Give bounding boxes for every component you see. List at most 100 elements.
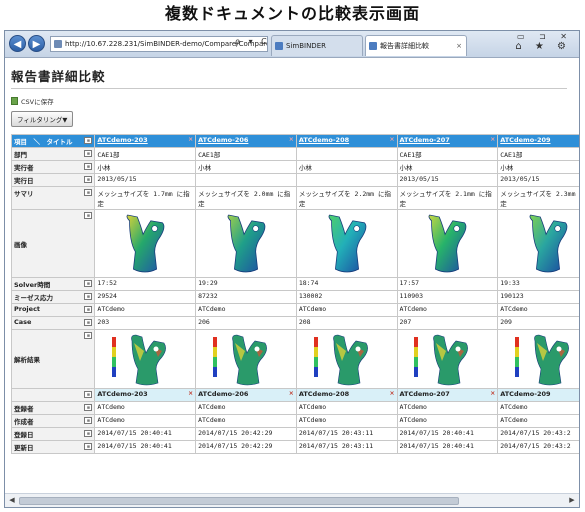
column-header: × ATCdemo-203: [94, 134, 197, 148]
table-cell: [195, 173, 297, 187]
cell-value: ATCdemo: [97, 305, 125, 313]
row-settings-icon[interactable]: ≡: [84, 212, 93, 219]
table-row: サマリ ≡ メッシュサイズを 1.7mm に指定 メッシュサイズを 2.0mm に指定…: [10, 186, 579, 210]
scroll-right-icon[interactable]: ▶: [566, 495, 578, 506]
cell-value: 19:33: [500, 279, 520, 287]
row-settings-icon[interactable]: ≡: [84, 137, 93, 144]
table-cell: メッシュサイズを 2.1mm に指定: [396, 186, 499, 210]
remove-column-icon[interactable]: ×: [389, 390, 394, 397]
row-settings-icon[interactable]: ≡: [84, 443, 93, 450]
scroll-left-icon[interactable]: ◀: [6, 495, 18, 506]
remove-column-icon[interactable]: ×: [289, 136, 294, 143]
table-cell: 2014/07/15 20:40:41: [94, 427, 197, 441]
page-icon: [54, 40, 62, 48]
row-label: Solver時間: [14, 281, 51, 289]
horizontal-scrollbar[interactable]: ◀ ▶: [5, 493, 579, 507]
row-label: Case: [14, 318, 32, 326]
image-cell: [195, 209, 297, 278]
document-link[interactable]: ATCdemo-208: [299, 136, 349, 144]
document-link[interactable]: ATCdemo-203: [97, 136, 147, 144]
cell-value: 17:52: [97, 279, 117, 287]
remove-column-icon[interactable]: ×: [188, 136, 193, 143]
table-cell: 110903: [396, 290, 499, 304]
row-label-cell: 登録日 ≡: [10, 427, 96, 441]
tab-simbinder[interactable]: SimBINDER: [271, 35, 363, 56]
row-settings-icon[interactable]: ≡: [84, 430, 93, 437]
back-icon[interactable]: ◀: [9, 35, 26, 52]
table-cell: CAE1部: [396, 147, 499, 161]
document-link[interactable]: ATCdemo-206: [198, 136, 248, 144]
remove-column-icon[interactable]: ×: [289, 390, 294, 397]
remove-column-icon[interactable]: ×: [490, 390, 495, 397]
row-settings-icon[interactable]: ≡: [84, 332, 93, 339]
scroll-thumb[interactable]: [19, 497, 459, 505]
table-cell: [295, 147, 398, 161]
row-settings-icon[interactable]: ≡: [84, 280, 93, 287]
cell-value: ATCdemo: [500, 305, 528, 313]
cell-value: ATCdemo: [500, 416, 528, 424]
row-settings-icon[interactable]: ≡: [84, 391, 93, 398]
table-cell: ATCdemo: [396, 414, 499, 428]
cell-value: 110903: [399, 292, 423, 300]
result-image-1: [212, 334, 267, 386]
row-settings-icon[interactable]: ≡: [84, 163, 93, 170]
remove-column-icon[interactable]: ×: [490, 136, 495, 143]
table-cell: 17:52: [94, 277, 197, 291]
cell-value: ATCdemo: [298, 305, 327, 313]
row-settings-icon[interactable]: ≡: [84, 319, 93, 326]
document-link[interactable]: ATCdemo-209: [500, 136, 550, 144]
cell-value: ATCdemo: [298, 416, 327, 424]
row-label-cell: ≡: [10, 388, 96, 402]
row-settings-icon[interactable]: ≡: [84, 306, 93, 313]
row-settings-icon[interactable]: ≡: [84, 176, 93, 183]
header-label: 項目 ＼ タイトル: [14, 138, 73, 146]
table-cell: 2014/07/15 20:43:2: [497, 427, 579, 441]
part-image-1: [227, 214, 266, 273]
csv-save-link[interactable]: CSVに保存: [11, 96, 579, 106]
cell-value: 207: [399, 318, 412, 326]
table-row: 登録者 ≡ ATCdemo ATCdemo ATCdemo ATCdemo ATCdemo: [10, 401, 579, 415]
column-header: × ATCdemo-208: [295, 134, 398, 148]
table-cell: メッシュサイズを 2.2mm に指定: [295, 186, 398, 210]
row-label-cell: 解析結果 ≡: [10, 329, 96, 389]
table-cell: 2013/05/15: [497, 173, 579, 187]
row-settings-icon[interactable]: ≡: [84, 404, 93, 411]
part-image-2: [328, 214, 366, 273]
cell-value: 206: [198, 318, 210, 326]
remove-column-icon[interactable]: ×: [389, 136, 394, 143]
row-settings-icon[interactable]: ≡: [84, 150, 93, 157]
cell-value: ATCdemo: [198, 403, 226, 411]
document-name-cell: ×ATCdemo-209: [497, 388, 579, 402]
page-content: 報告書詳細比較 CSVに保存 フィルタリング▼ 項目 ＼ タイトル ≡ × ATCde…: [5, 59, 579, 493]
cell-value: ATCdemo: [399, 416, 427, 424]
tab-report-compare[interactable]: 報告書詳細比較 ×: [365, 35, 467, 56]
row-settings-icon[interactable]: ≡: [84, 417, 93, 424]
browser-tool-icons[interactable]: ⌂ ★ ⚙: [515, 41, 571, 52]
cell-value: 2014/07/15 20:42:29: [198, 442, 273, 450]
window-controls[interactable]: ▭ ⊐ ✕: [517, 32, 573, 41]
table-cell: メッシュサイズを 2.3mm に指定: [497, 186, 579, 210]
cell-value: CAE1部: [97, 151, 120, 159]
comparison-table: 項目 ＼ タイトル ≡ × ATCdemo-203 × ATCdemo-206 × ATCde…: [10, 134, 579, 454]
cell-value: 208: [298, 318, 311, 326]
table-cell: 小林: [295, 160, 398, 174]
address-tools[interactable]: ρ ▾ C: [235, 37, 270, 46]
table-cell: 208: [295, 316, 398, 330]
browser-toolbar: ◀ ▶ http://10.67.228.231/SimBINDER-demo/…: [5, 31, 579, 58]
forward-icon[interactable]: ▶: [28, 35, 45, 52]
cell-value: 2013/05/15: [500, 175, 540, 183]
cell-value: 19:29: [198, 279, 218, 287]
row-settings-icon[interactable]: ≡: [84, 293, 93, 300]
row-label-cell: 画像 ≡: [10, 209, 96, 278]
filter-button[interactable]: フィルタリング▼: [11, 111, 74, 127]
cell-value: 2014/07/15 20:43:11: [298, 442, 374, 450]
tab-close-icon[interactable]: ×: [456, 36, 462, 56]
table-cell: メッシュサイズを 1.7mm に指定: [94, 186, 197, 210]
result-image-0: [112, 334, 167, 386]
document-link[interactable]: ATCdemo-207: [400, 136, 450, 144]
image-cell: [94, 209, 197, 278]
row-settings-icon[interactable]: ≡: [84, 189, 93, 196]
cell-value: メッシュサイズを 2.1mm に指定: [399, 190, 492, 208]
row-label: Project: [14, 305, 41, 313]
remove-column-icon[interactable]: ×: [188, 390, 193, 397]
